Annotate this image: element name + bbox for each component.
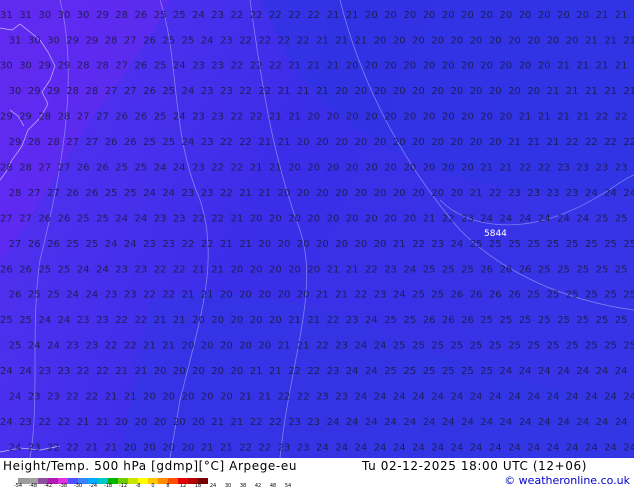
valid-time: Tu 02-12-2025 18:00 UTC (12+06) [362, 459, 588, 473]
legend-tick: -42 [43, 483, 53, 489]
legend-tick: -8 [135, 483, 141, 489]
legend-tick: 12 [179, 483, 187, 489]
legend-tick: -18 [103, 483, 113, 489]
legend-tick: 48 [269, 483, 277, 489]
credit-link[interactable]: © weatheronline.co.uk [504, 474, 630, 488]
legend-tick: -12 [118, 483, 128, 489]
legend-tick: 30 [224, 483, 232, 489]
legend-tick: 38 [239, 483, 247, 489]
legend-tick: -30 [73, 483, 83, 489]
legend-tick: -54 [13, 483, 23, 489]
legend-tick: -38 [58, 483, 68, 489]
legend-tick: 24 [209, 483, 217, 489]
legend-tick: 0 [151, 483, 155, 489]
map-panel[interactable]: 31 31 30 30 30 29 28 26 25 25 24 23 22 22 22 22 22 21 21 20… [0, 0, 634, 458]
legend-tick: 54 [284, 483, 292, 489]
label-5844: 5844 [484, 229, 507, 239]
legend-tick: -24 [88, 483, 98, 489]
temperature-map: 31 31 30 30 30 29 28 26 25 25 24 23 22 22 22 22 22 21 21 20… [0, 0, 634, 458]
legend-tick: -48 [28, 483, 38, 489]
legend-tick: 42 [254, 483, 262, 489]
legend-tick: 18 [194, 483, 202, 489]
map-title: Height/Temp. 500 hPa [gdmp][°C] Arpege-e… [3, 459, 298, 473]
footer-bar: Height/Temp. 500 hPa [gdmp][°C] Arpege-e… [0, 458, 634, 490]
legend-ticks: -54 -48 -42 -38 -30 -24 -18 -12 -8 0 8 12 18 24 30 38 42… [14, 482, 318, 490]
legend-tick: 8 [166, 483, 170, 489]
